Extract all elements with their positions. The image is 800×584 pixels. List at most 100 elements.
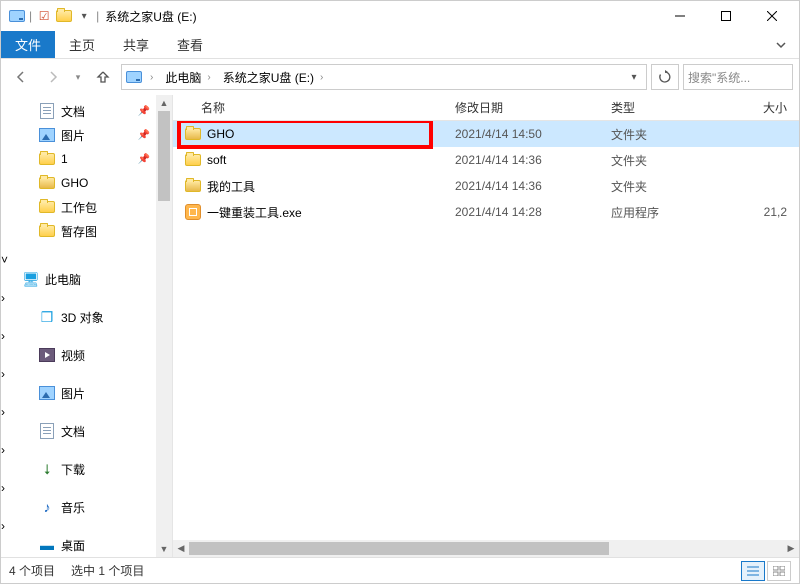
scroll-up-icon[interactable]: ▲: [156, 95, 172, 111]
address-row: ▾ › 此电脑› 系统之家U盘 (E:)› ▾ 搜索"系统...: [1, 59, 799, 95]
details-view-button[interactable]: [741, 561, 765, 581]
horizontal-scrollbar[interactable]: ◀ ▶: [173, 540, 799, 557]
nav-quick-item[interactable]: 工作包: [1, 195, 172, 219]
folder-icon: [39, 223, 55, 239]
chevron-right-icon[interactable]: ›: [148, 72, 155, 83]
nav-scrollbar[interactable]: ▲ ▼: [156, 95, 172, 557]
folder-icon: [185, 152, 201, 168]
nav-quick-item[interactable]: 暂存图: [1, 219, 172, 243]
expand-icon[interactable]: ›: [1, 291, 5, 305]
back-button[interactable]: [7, 63, 35, 91]
nav-thispc-item[interactable]: ❒3D 对象: [1, 305, 172, 329]
cell-date: 2021/4/14 14:36: [445, 153, 601, 167]
column-type[interactable]: 类型: [601, 99, 721, 116]
file-row[interactable]: soft2021/4/14 14:36文件夹: [173, 147, 799, 173]
up-button[interactable]: [89, 63, 117, 91]
folder-icon: [185, 178, 201, 194]
qat-folder-icon[interactable]: [56, 8, 72, 24]
nav-item-label: 工作包: [61, 199, 97, 216]
expand-icon[interactable]: ˅: [1, 253, 8, 267]
tab-home[interactable]: 主页: [55, 31, 109, 58]
cell-name: 我的工具: [173, 178, 445, 195]
ribbon-expand-icon[interactable]: [763, 31, 799, 58]
pictures-icon: [39, 127, 55, 143]
nav-thispc-item[interactable]: ♪音乐: [1, 495, 172, 519]
expand-icon[interactable]: ›: [1, 405, 5, 419]
nav-item-label: 桌面: [61, 537, 85, 554]
scrollbar-thumb[interactable]: [189, 542, 609, 555]
nav-item-label: GHO: [61, 176, 88, 190]
column-date[interactable]: 修改日期: [445, 99, 601, 116]
breadcrumb-drive[interactable]: 系统之家U盘 (E:)›: [219, 69, 330, 86]
qat-dropdown-icon[interactable]: ▾: [76, 8, 92, 24]
nav-tree[interactable]: 文档📌图片📌1📌GHO工作包暂存图˅🖥此电脑›❒3D 对象›视频›图片›文档›⭣…: [1, 95, 172, 557]
forward-button[interactable]: [39, 63, 67, 91]
tab-share[interactable]: 共享: [109, 31, 163, 58]
column-name[interactable]: 名称: [173, 99, 445, 116]
nav-thispc-item[interactable]: 视频: [1, 343, 172, 367]
status-item-count: 4 个项目: [9, 562, 55, 579]
cell-name: GHO: [173, 126, 445, 142]
maximize-button[interactable]: [703, 1, 749, 31]
nav-this-pc[interactable]: 🖥此电脑: [1, 267, 172, 291]
file-rows[interactable]: GHO2021/4/14 14:50文件夹 soft 2021/4/14 14:36…: [173, 121, 799, 540]
refresh-button[interactable]: [651, 64, 679, 90]
tab-view[interactable]: 查看: [163, 31, 217, 58]
explorer-window: | ☑ ▾ | 系统之家U盘 (E:) 文件 主页 共享 查看: [0, 0, 800, 584]
folder-icon: [39, 151, 55, 167]
cell-type: 应用程序: [601, 204, 721, 221]
properties-icon[interactable]: ☑: [36, 8, 52, 24]
nav-thispc-item[interactable]: ⭣ 下载: [1, 457, 172, 481]
nav-thispc-item[interactable]: 文档: [1, 419, 172, 443]
scroll-down-icon[interactable]: ▼: [156, 541, 172, 557]
scrollbar-thumb[interactable]: [158, 111, 170, 201]
close-button[interactable]: [749, 1, 795, 31]
exe-icon: [185, 204, 201, 220]
recent-dropdown-icon[interactable]: ▾: [71, 63, 85, 91]
music-icon: ♪: [39, 499, 55, 515]
expand-icon[interactable]: ›: [1, 443, 5, 457]
3d-objects-icon: ❒: [39, 309, 55, 325]
scroll-left-icon[interactable]: ◀: [173, 540, 189, 557]
minimize-button[interactable]: [657, 1, 703, 31]
breadcrumb-root-icon[interactable]: [126, 69, 142, 85]
file-name-label: soft: [207, 153, 226, 167]
thumbnails-view-button[interactable]: [767, 561, 791, 581]
nav-item-label: 文档: [61, 103, 85, 120]
breadcrumb[interactable]: › 此电脑› 系统之家U盘 (E:)› ▾: [121, 64, 647, 90]
document-icon: [39, 103, 55, 119]
breadcrumb-thispc[interactable]: 此电脑›: [161, 69, 216, 86]
expand-icon[interactable]: ›: [1, 481, 5, 495]
pin-icon: 📌: [138, 130, 150, 141]
titlebar: | ☑ ▾ | 系统之家U盘 (E:): [1, 1, 799, 31]
file-row[interactable]: GHO2021/4/14 14:50文件夹: [173, 121, 799, 147]
nav-quick-item[interactable]: 1📌: [1, 147, 172, 171]
nav-item-label: 文档: [61, 423, 85, 440]
chevron-right-icon[interactable]: ›: [318, 72, 325, 83]
downloads-icon: ⭣: [39, 461, 55, 477]
navigation-pane: 文档📌图片📌1📌GHO工作包暂存图˅🖥此电脑›❒3D 对象›视频›图片›文档›⭣…: [1, 95, 173, 557]
cell-date: 2021/4/14 14:50: [445, 127, 601, 141]
file-row[interactable]: 一键重装工具.exe2021/4/14 14:28应用程序21,2: [173, 199, 799, 225]
folder-icon: [39, 199, 55, 215]
file-tab[interactable]: 文件: [1, 31, 55, 58]
nav-quick-item[interactable]: 文档📌: [1, 99, 172, 123]
nav-thispc-item[interactable]: 图片: [1, 381, 172, 405]
document-icon: [39, 423, 55, 439]
nav-quick-item[interactable]: GHO: [1, 171, 172, 195]
scroll-right-icon[interactable]: ▶: [783, 540, 799, 557]
search-input[interactable]: 搜索"系统...: [683, 64, 793, 90]
expand-icon[interactable]: ›: [1, 367, 5, 381]
address-dropdown-icon[interactable]: ▾: [626, 69, 642, 85]
chevron-right-icon[interactable]: ›: [205, 72, 212, 83]
expand-icon[interactable]: ›: [1, 519, 5, 533]
nav-item-label: 图片: [61, 127, 85, 144]
nav-item-label: 下载: [61, 461, 85, 478]
main-area: 文档📌图片📌1📌GHO工作包暂存图˅🖥此电脑›❒3D 对象›视频›图片›文档›⭣…: [1, 95, 799, 557]
nav-thispc-item[interactable]: ▬桌面: [1, 533, 172, 557]
expand-icon[interactable]: ›: [1, 329, 5, 343]
cell-date: 2021/4/14 14:36: [445, 179, 601, 193]
nav-quick-item[interactable]: 图片 📌: [1, 123, 172, 147]
column-size[interactable]: 大小: [721, 99, 799, 116]
file-row[interactable]: 我的工具2021/4/14 14:36文件夹: [173, 173, 799, 199]
